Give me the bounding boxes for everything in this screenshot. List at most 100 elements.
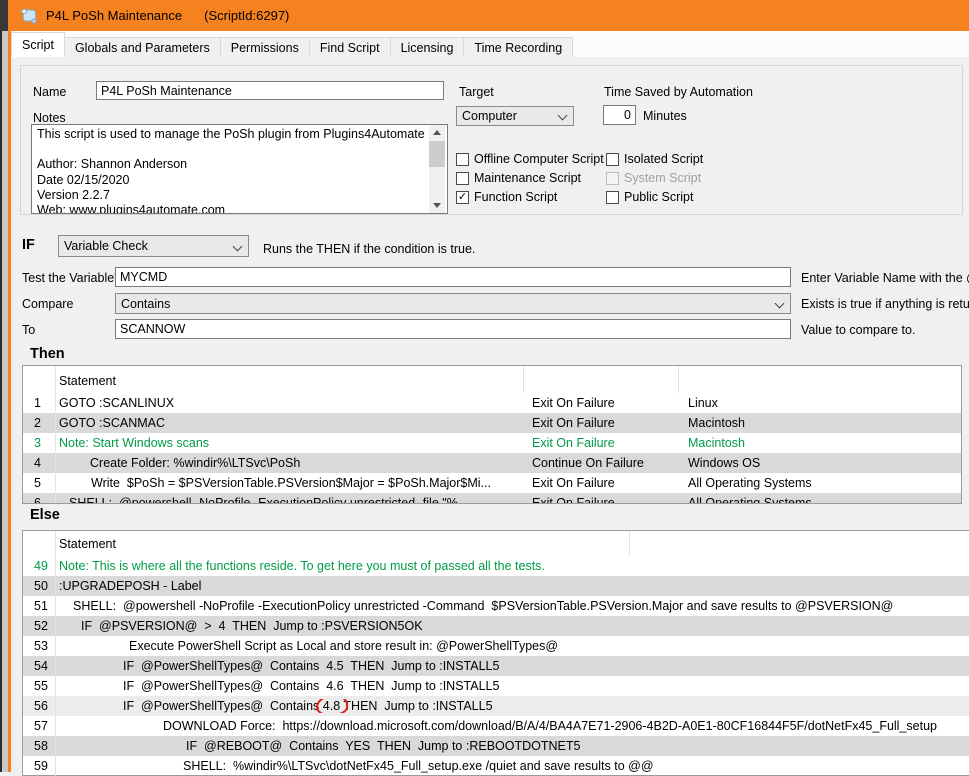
on-failure-cell[interactable]: Exit On Failure [523, 416, 678, 430]
os-cell[interactable]: All Operating Systems [678, 496, 961, 504]
notes-textarea[interactable]: This script is used to manage the PoSh p… [31, 124, 448, 214]
os-cell[interactable]: Windows OS [678, 456, 961, 470]
table-row[interactable]: 50:UPGRADEPOSH - Label [23, 576, 969, 596]
checkbox-offline-computer-script[interactable]: Offline Computer Script [456, 152, 604, 166]
statement-cell[interactable]: Note: Start Windows scans [56, 436, 523, 450]
table-row[interactable]: 53Execute PowerShell Script as Local and… [23, 636, 969, 656]
statement-cell[interactable]: GOTO :SCANLINUX [56, 396, 523, 410]
table-row[interactable]: 4Create Folder: %windir%\LTSvc\PoShConti… [23, 453, 961, 473]
table-row[interactable]: 5Write $PoSh = $PSVersionTable.PSVersion… [23, 473, 961, 493]
statement-cell[interactable]: Write $PoSh = $PSVersionTable.PSVersion$… [56, 476, 523, 490]
table-row[interactable]: 49Note: This is where all the functions … [23, 556, 969, 576]
statement-cell[interactable]: Note: This is where all the functions re… [56, 559, 969, 573]
row-number[interactable]: 53 [23, 636, 56, 656]
unchecked-box-icon[interactable] [456, 172, 469, 185]
row-number[interactable]: 5 [23, 473, 56, 493]
tab-time-recording[interactable]: Time Recording [463, 37, 573, 58]
statement-cell[interactable]: SHELL: @powershell -NoProfile -Execution… [56, 599, 969, 613]
unchecked-box-icon[interactable] [456, 153, 469, 166]
minutes-label: Minutes [643, 109, 687, 123]
if-condition-value: Variable Check [64, 239, 148, 253]
compare-to-input[interactable] [115, 319, 791, 339]
table-row[interactable]: 58IF @REBOOT@ Contains YES THEN Jump to … [23, 736, 969, 756]
row-number[interactable]: 4 [23, 453, 56, 473]
tab-globals-and-parameters[interactable]: Globals and Parameters [64, 37, 221, 58]
tab-script[interactable]: Script [11, 32, 65, 57]
target-select[interactable]: Computer [456, 106, 574, 126]
row-number[interactable]: 50 [23, 576, 56, 596]
statement-cell[interactable]: SHELL: %windir%\LTSvc\dotNetFx45_Full_se… [56, 759, 969, 773]
triangle-up-icon [433, 130, 441, 135]
on-failure-cell[interactable]: Continue On Failure [523, 456, 678, 470]
statement-cell[interactable]: IF @PowerShellTypes@ Contains 4.5 THEN J… [56, 659, 969, 673]
time-saved-input[interactable] [603, 105, 636, 125]
table-row[interactable]: 51SHELL: @powershell -NoProfile -Executi… [23, 596, 969, 616]
table-row[interactable]: 52IF @PSVERSION@ > 4 THEN Jump to :PSVER… [23, 616, 969, 636]
table-row[interactable]: 54IF @PowerShellTypes@ Contains 4.5 THEN… [23, 656, 969, 676]
statement-cell[interactable]: IF @PowerShellTypes@ Contains 4.8 THEN J… [56, 699, 969, 713]
tab-permissions[interactable]: Permissions [220, 37, 310, 58]
tab-licensing[interactable]: Licensing [390, 37, 465, 58]
scrollbar-thumb[interactable] [429, 141, 445, 167]
statement-cell[interactable]: DOWNLOAD Force: https://download.microso… [56, 719, 969, 733]
row-number[interactable]: 58 [23, 736, 56, 756]
row-number[interactable]: 56 [23, 696, 56, 716]
os-cell[interactable]: Macintosh [678, 436, 961, 450]
unchecked-box-icon[interactable] [606, 153, 619, 166]
row-number[interactable]: 51 [23, 596, 56, 616]
os-cell[interactable]: Macintosh [678, 416, 961, 430]
statement-cell[interactable]: IF @PSVERSION@ > 4 THEN Jump to :PSVERSI… [56, 619, 969, 633]
checkbox-public-script[interactable]: Public Script [606, 190, 693, 204]
row-number[interactable]: 49 [23, 556, 56, 576]
os-cell[interactable]: All Operating Systems [678, 476, 961, 490]
statement-cell[interactable]: Create Folder: %windir%\LTSvc\PoSh [56, 456, 523, 470]
row-number[interactable]: 2 [23, 413, 56, 433]
statement-cell[interactable]: Execute PowerShell Script as Local and s… [56, 639, 969, 653]
unchecked-box-icon[interactable] [606, 191, 619, 204]
row-number[interactable]: 59 [23, 756, 56, 776]
tab-find-script[interactable]: Find Script [309, 37, 391, 58]
table-row[interactable]: 2GOTO :SCANMACExit On FailureMacintosh [23, 413, 961, 433]
statement-text: THEN Jump to :INSTALL5 [340, 699, 492, 713]
table-row[interactable]: 59SHELL: %windir%\LTSvc\dotNetFx45_Full_… [23, 756, 969, 776]
checkbox-isolated-script[interactable]: Isolated Script [606, 152, 703, 166]
checkbox-function-script[interactable]: ✓Function Script [456, 190, 557, 204]
on-failure-cell[interactable]: Exit On Failure [523, 476, 678, 490]
statement-column-header: Statement [56, 537, 116, 556]
on-failure-cell[interactable]: Exit On Failure [523, 496, 678, 504]
on-failure-cell[interactable]: Exit On Failure [523, 396, 678, 410]
table-row[interactable]: 55IF @PowerShellTypes@ Contains 4.6 THEN… [23, 676, 969, 696]
compare-select[interactable]: Contains [115, 293, 791, 314]
os-cell[interactable]: Linux [678, 396, 961, 410]
row-number[interactable]: 54 [23, 656, 56, 676]
statement-cell[interactable]: IF @PowerShellTypes@ Contains 4.6 THEN J… [56, 679, 969, 693]
window-title: P4L PoSh Maintenance [46, 8, 182, 23]
table-row[interactable]: 1GOTO :SCANLINUXExit On FailureLinux [23, 393, 961, 413]
row-number[interactable]: 1 [23, 393, 56, 413]
notes-scrollbar[interactable] [429, 125, 445, 213]
checkbox-maintenance-script[interactable]: Maintenance Script [456, 171, 581, 185]
row-number[interactable]: 55 [23, 676, 56, 696]
table-row[interactable]: 57DOWNLOAD Force: https://download.micro… [23, 716, 969, 736]
table-row[interactable]: 3Note: Start Windows scansExit On Failur… [23, 433, 961, 453]
title-bar: P4L PoSh Maintenance (ScriptId:6297) [11, 0, 969, 31]
table-row[interactable]: 56IF @PowerShellTypes@ Contains 4.8 THEN… [23, 696, 969, 716]
row-number[interactable]: 6 [23, 493, 56, 504]
table-row[interactable]: 6SHELL: @powershell -NoProfile -Executio… [23, 493, 961, 504]
row-number[interactable]: 52 [23, 616, 56, 636]
variable-name-input[interactable] [115, 267, 791, 287]
else-table: Statement49Note: This is where all the f… [22, 530, 969, 776]
scroll-up-button[interactable] [429, 125, 445, 140]
row-number[interactable]: 57 [23, 716, 56, 736]
unchecked-box-icon[interactable] [606, 172, 619, 185]
on-failure-cell[interactable]: Exit On Failure [523, 436, 678, 450]
statement-cell[interactable]: IF @REBOOT@ Contains YES THEN Jump to :R… [56, 739, 969, 753]
statement-cell[interactable]: GOTO :SCANMAC [56, 416, 523, 430]
name-input[interactable] [96, 81, 444, 100]
statement-cell[interactable]: SHELL: @powershell -NoProfile -Execution… [56, 496, 523, 504]
scroll-down-button[interactable] [429, 198, 445, 213]
if-condition-select[interactable]: Variable Check [58, 235, 249, 257]
statement-cell[interactable]: :UPGRADEPOSH - Label [56, 579, 969, 593]
checked-box-icon[interactable]: ✓ [456, 191, 469, 204]
row-number[interactable]: 3 [23, 433, 56, 453]
